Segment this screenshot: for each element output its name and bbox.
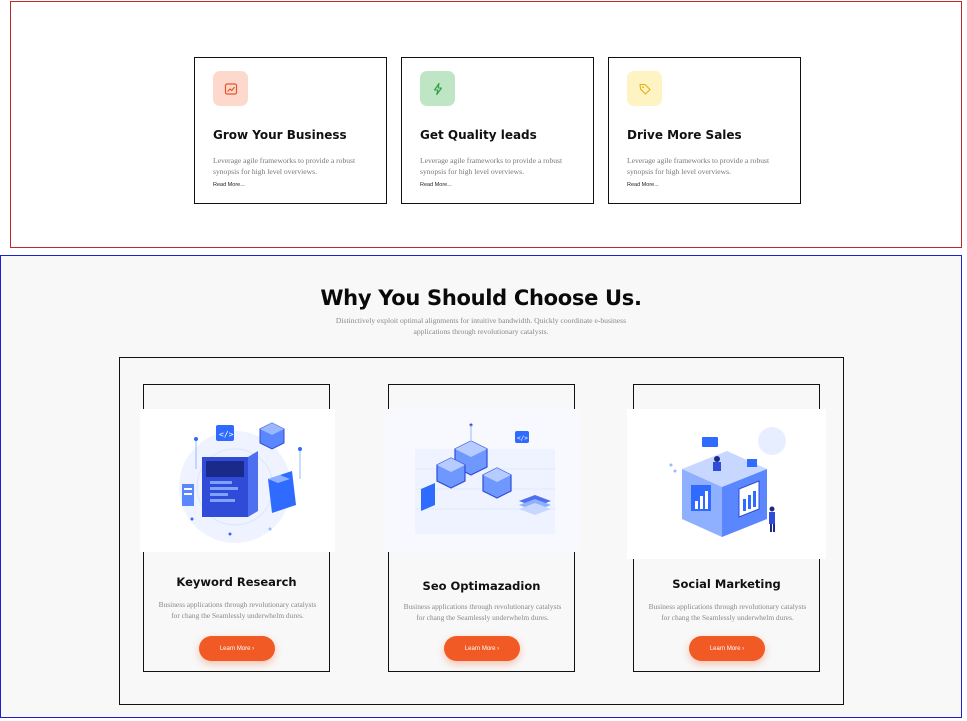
why-choose-us-section: Why You Should Choose Us. Distinctively … [0, 255, 962, 718]
read-more-link[interactable]: Read More... [213, 182, 245, 188]
feature-title: Grow Your Business [213, 128, 347, 142]
service-card-seo: </> Seo Optimazadion Business applicatio… [385, 384, 580, 672]
service-title: Keyword Research [176, 575, 297, 589]
learn-more-button[interactable]: Learn More › [199, 636, 275, 661]
service-description: Business applications through revolution… [403, 602, 562, 622]
social-marketing-illustration [627, 409, 826, 559]
feature-card-quality-leads: Get Quality leads Leverage agile framewo… [401, 57, 594, 204]
service-description: Business applications through revolution… [648, 602, 807, 622]
feature-description: Leverage agile frameworks to provide a r… [213, 156, 356, 176]
service-title: Social Marketing [672, 577, 781, 591]
read-more-link[interactable]: Read More... [627, 182, 659, 188]
learn-more-button[interactable]: Learn More › [689, 636, 765, 661]
svg-text:</>: </> [517, 435, 528, 442]
read-more-link[interactable]: Read More... [420, 182, 452, 188]
seo-cubes-illustration: </> [385, 409, 580, 552]
services-container: </> Keyword Research Business applicatio [119, 357, 844, 705]
service-card-social-marketing: Social Marketing Business applications t… [627, 384, 826, 672]
features-section: Grow Your Business Leverage agile framew… [10, 1, 962, 248]
service-title: Seo Optimazadion [422, 579, 541, 593]
svg-text:</>: </> [219, 430, 234, 439]
feature-card-grow-business: Grow Your Business Leverage agile framew… [194, 57, 387, 204]
feature-card-drive-sales: Drive More Sales Leverage agile framewor… [608, 57, 801, 204]
service-description: Business applications through revolution… [158, 600, 317, 620]
feature-description: Leverage agile frameworks to provide a r… [627, 156, 770, 176]
lightning-bolt-icon [420, 71, 455, 106]
section-subtitle: Distinctively exploit optimal alignments… [335, 316, 627, 336]
feature-title: Get Quality leads [420, 128, 537, 142]
learn-more-button[interactable]: Learn More › [444, 636, 520, 661]
feature-title: Drive More Sales [627, 128, 742, 142]
feature-description: Leverage agile frameworks to provide a r… [420, 156, 563, 176]
keyword-research-illustration: </> [140, 409, 335, 552]
section-title: Why You Should Choose Us. [320, 286, 642, 310]
price-tag-icon [627, 71, 662, 106]
trending-chart-icon [213, 71, 248, 106]
service-card-keyword-research: </> Keyword Research Business applicatio [140, 384, 335, 672]
